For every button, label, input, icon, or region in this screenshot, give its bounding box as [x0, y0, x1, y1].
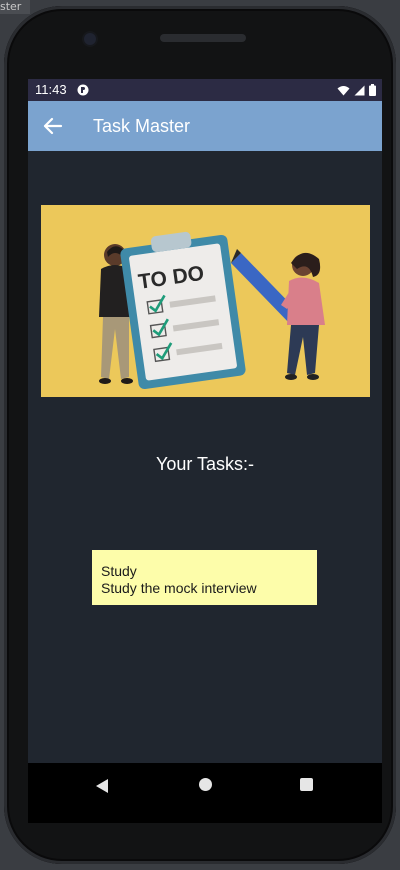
front-camera: [84, 33, 96, 45]
app-bar: Task Master: [28, 101, 382, 151]
status-time: 11:43: [35, 82, 67, 97]
back-arrow-icon[interactable]: [43, 117, 63, 135]
navigation-bar: [28, 763, 382, 823]
clipboard: TO DO: [120, 231, 246, 390]
nav-back-icon[interactable]: [95, 778, 109, 794]
nav-recents-icon[interactable]: [300, 778, 313, 791]
status-icons: [337, 84, 376, 96]
task-title: Study: [101, 563, 137, 579]
app-logo-icon: [77, 84, 89, 96]
todo-illustration: TO DO: [41, 205, 370, 397]
signal-icon: [354, 85, 365, 95]
earpiece-speaker: [160, 34, 246, 42]
phone-frame: 11:43 Task Master TO DO Your Tasks:- Stu…: [4, 6, 396, 864]
app-title: Task Master: [93, 116, 191, 136]
app-screen: 11:43 Task Master TO DO Your Tasks:- Stu…: [28, 79, 382, 823]
ide-corner-label: ster: [0, 0, 30, 14]
task-card[interactable]: Study Study the mock interview: [92, 550, 317, 605]
tasks-heading: Your Tasks:-: [155, 454, 255, 474]
nav-home-icon[interactable]: [199, 778, 212, 791]
todo-illustration-art: TO DO: [99, 231, 325, 390]
battery-icon: [369, 84, 376, 96]
person-right-figure: [281, 252, 325, 380]
status-bar: 11:43: [28, 79, 382, 101]
wifi-icon: [337, 85, 350, 95]
task-description: Study the mock interview: [101, 580, 257, 596]
